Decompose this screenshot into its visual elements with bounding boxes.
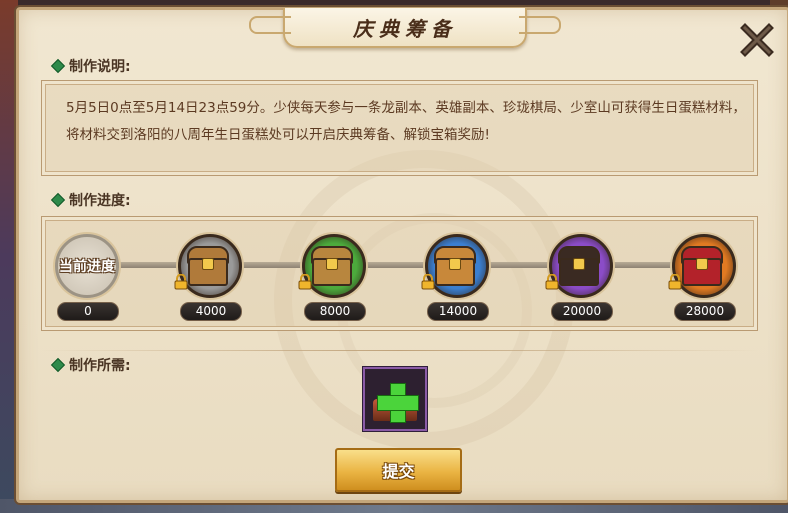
chest-clasp-icon — [202, 258, 214, 270]
padlock-icon — [298, 274, 312, 290]
padlock-icon — [421, 274, 435, 290]
padlock-icon — [174, 274, 188, 290]
chest-clasp-icon — [573, 258, 585, 270]
milestone-node[interactable]: 14000 — [421, 234, 497, 330]
milestone-node[interactable]: 28000 — [668, 234, 744, 330]
diamond-bullet-icon — [50, 58, 66, 74]
chest-clasp-icon — [326, 258, 338, 270]
diamond-bullet-icon — [50, 357, 66, 373]
panel-title: 庆典筹备 — [353, 16, 457, 41]
plus-icon-bar — [377, 395, 419, 411]
close-button[interactable] — [737, 20, 777, 60]
milestone-node[interactable]: 8000 — [298, 234, 374, 330]
required-item-slot[interactable] — [363, 367, 427, 431]
title-banner: 庆典筹备 — [249, 8, 561, 48]
milestone-value: 20000 — [551, 302, 613, 321]
current-progress-value: 0 — [57, 302, 119, 321]
requirements-label-text: 制作所需: — [69, 358, 131, 374]
milestone-value: 14000 — [427, 302, 489, 321]
progress-section-label: 制作进度: — [50, 190, 131, 210]
padlock-icon — [668, 274, 682, 290]
description-text: 5月5日0点至5月14日23点59分。少侠每天参与一条龙副本、英雄副本、珍珑棋局… — [66, 100, 746, 143]
celebration-prep-panel: 庆典筹备 制作说明: 5月5日0点至5月14日23点59分。少侠每天参与一条龙副… — [16, 7, 788, 503]
chest-clasp-icon — [696, 258, 708, 270]
description-section-label: 制作说明: — [50, 56, 131, 76]
diamond-bullet-icon — [50, 192, 66, 208]
progress-label-text: 制作进度: — [69, 193, 131, 209]
progress-start-node: 当前进度 0 — [51, 234, 127, 330]
description-label-text: 制作说明: — [69, 59, 131, 75]
requirements-section-label: 制作所需: — [50, 355, 131, 375]
milestone-value: 4000 — [180, 302, 242, 321]
submit-button[interactable]: 提交 — [335, 448, 462, 492]
milestone-value: 28000 — [674, 302, 736, 321]
milestone-value: 8000 — [304, 302, 366, 321]
close-icon — [740, 23, 774, 57]
padlock-icon — [545, 274, 559, 290]
progress-track — [74, 262, 724, 268]
submit-button-label: 提交 — [382, 462, 415, 481]
section-divider — [41, 350, 758, 351]
milestone-node[interactable]: 4000 — [174, 234, 250, 330]
progress-box — [41, 216, 758, 331]
chest-clasp-icon — [449, 258, 461, 270]
current-progress-label: 当前进度 — [59, 259, 115, 275]
description-box: 5月5日0点至5月14日23点59分。少侠每天参与一条龙副本、英雄副本、珍珑棋局… — [41, 80, 758, 176]
milestone-node[interactable]: 20000 — [545, 234, 621, 330]
